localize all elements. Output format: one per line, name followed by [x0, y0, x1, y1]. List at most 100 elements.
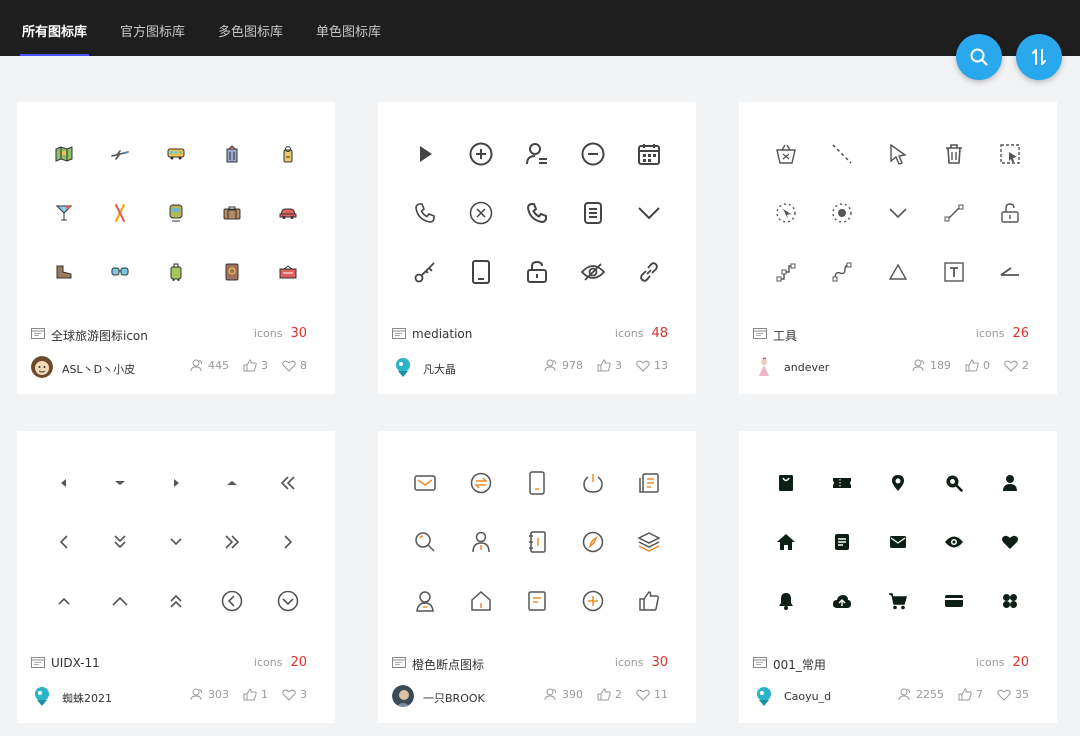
icon-library-card[interactable]: UIDX-11 icons 20 蜘蛛2021 303 1 3 [17, 431, 335, 723]
circle-chevron-left-icon [218, 587, 246, 615]
library-title[interactable]: 001_常用 [773, 656, 826, 673]
icon-library-card[interactable]: 橙色断点图标 icons 30 一只BROOK 390 2 11 [378, 431, 696, 723]
caret-up-icon [218, 469, 246, 497]
boot-icon [50, 258, 78, 286]
tab-official-libraries[interactable]: 官方图标库 [120, 0, 185, 56]
favorites-stat[interactable]: 2 [1004, 359, 1029, 372]
author-name[interactable]: andever [784, 361, 829, 374]
icon-count: icons 30 [614, 655, 668, 670]
card-stats: 303 1 3 [190, 688, 307, 701]
avatar[interactable] [392, 685, 414, 707]
triangle-icon [884, 258, 912, 286]
folder-icon [753, 657, 767, 668]
train-icon [162, 199, 190, 227]
angle-line-icon [996, 258, 1024, 286]
cloud-upload-icon [828, 587, 856, 615]
library-title[interactable]: 橙色断点图标 [412, 656, 484, 673]
goggles-icon [106, 258, 134, 286]
favorites-stat[interactable]: 13 [636, 359, 668, 372]
heart-icon [282, 360, 296, 372]
notebook-icon [523, 528, 551, 556]
favorites-stat[interactable]: 11 [636, 688, 668, 701]
author-name[interactable]: Caoyu_d [784, 690, 831, 703]
tablet-icon [523, 469, 551, 497]
likes-stat[interactable]: 3 [243, 359, 268, 372]
author-name[interactable]: ASL丶D丶小皮 [62, 361, 135, 377]
caret-down-icon [106, 469, 134, 497]
thumbs-up-icon [965, 359, 979, 372]
tab-all-libraries[interactable]: 所有图标库 [19, 0, 90, 56]
tab-monochrome-libraries[interactable]: 单色图标库 [316, 0, 381, 56]
caret-left-icon [50, 469, 78, 497]
polyline-icon [772, 258, 800, 286]
library-title[interactable]: UIDX-11 [51, 656, 100, 670]
phone-icon [411, 199, 439, 227]
card-author-row: 蜘蛛2021 303 1 3 [31, 685, 307, 707]
compass-icon [579, 528, 607, 556]
likes-stat[interactable]: 3 [597, 359, 622, 372]
basket-icon [772, 140, 800, 168]
likes-stat[interactable]: 0 [965, 359, 990, 372]
icon-count: icons 30 [253, 326, 307, 341]
eye-icon [940, 528, 968, 556]
library-title[interactable]: 工具 [773, 327, 797, 344]
user-icon [467, 528, 495, 556]
signboard-icon [274, 258, 302, 286]
link-icon [635, 258, 663, 286]
user-badge-icon [411, 587, 439, 615]
avatar[interactable] [31, 685, 53, 707]
thumbs-up-icon [597, 688, 611, 701]
author-name[interactable]: 一只BROOK [423, 690, 485, 706]
avatar[interactable] [392, 356, 414, 378]
thumbs-up-icon [243, 688, 257, 701]
clover-icon [996, 587, 1024, 615]
chevron-down-icon [635, 199, 663, 227]
chevron-up-icon [106, 587, 134, 615]
likes-stat[interactable]: 7 [958, 688, 983, 701]
favorites-stat[interactable]: 3 [282, 688, 307, 701]
author-name[interactable]: 凡大晶 [423, 361, 456, 377]
icon-library-card[interactable]: mediation icons 48 凡大晶 978 3 13 [378, 102, 696, 394]
views-stat: 189 [912, 359, 951, 372]
users-icon [544, 359, 557, 372]
avatar[interactable] [753, 685, 775, 707]
icon-count: icons 48 [614, 326, 668, 341]
shopping-bag-icon [772, 469, 800, 497]
card-info-row: 001_常用 icons 20 [753, 655, 1029, 673]
sort-button[interactable] [1016, 34, 1062, 80]
author-name[interactable]: 蜘蛛2021 [62, 690, 112, 706]
avatar[interactable] [753, 356, 775, 378]
bus-icon [162, 140, 190, 168]
avatar[interactable] [31, 356, 53, 378]
map-icon [50, 140, 78, 168]
likes-stat[interactable]: 1 [243, 688, 268, 701]
chevron-up-icon [50, 587, 78, 615]
document-icon [828, 528, 856, 556]
tab-multicolor-libraries[interactable]: 多色图标库 [218, 0, 283, 56]
ticket-icon [828, 469, 856, 497]
thumbs-up-icon [635, 587, 663, 615]
airplane-icon [106, 140, 134, 168]
icon-library-card[interactable]: 全球旅游图标icon icons 30 ASL丶D丶小皮 445 3 8 [17, 102, 335, 394]
card-stats: 978 3 13 [544, 359, 668, 372]
favorites-stat[interactable]: 35 [997, 688, 1029, 701]
heart-icon [282, 689, 296, 701]
library-title[interactable]: mediation [412, 327, 472, 341]
icon-library-card[interactable]: 001_常用 icons 20 Caoyu_d 2255 7 35 [739, 431, 1057, 723]
favorites-stat[interactable]: 8 [282, 359, 307, 372]
users-icon [190, 688, 203, 701]
credit-card-icon [940, 587, 968, 615]
chevron-left-icon [50, 528, 78, 556]
icon-library-card[interactable]: 工具 icons 26 andever 189 0 2 [739, 102, 1057, 394]
users-icon [544, 688, 557, 701]
location-pin-icon [884, 469, 912, 497]
minus-circle-icon [579, 140, 607, 168]
double-chevron-left-icon [274, 469, 302, 497]
likes-stat[interactable]: 2 [597, 688, 622, 701]
heart-icon [997, 689, 1011, 701]
library-title[interactable]: 全球旅游图标icon [51, 327, 148, 344]
mail-icon [884, 528, 912, 556]
plus-circle-icon [579, 587, 607, 615]
heart-icon [996, 528, 1024, 556]
search-button[interactable] [956, 34, 1002, 80]
